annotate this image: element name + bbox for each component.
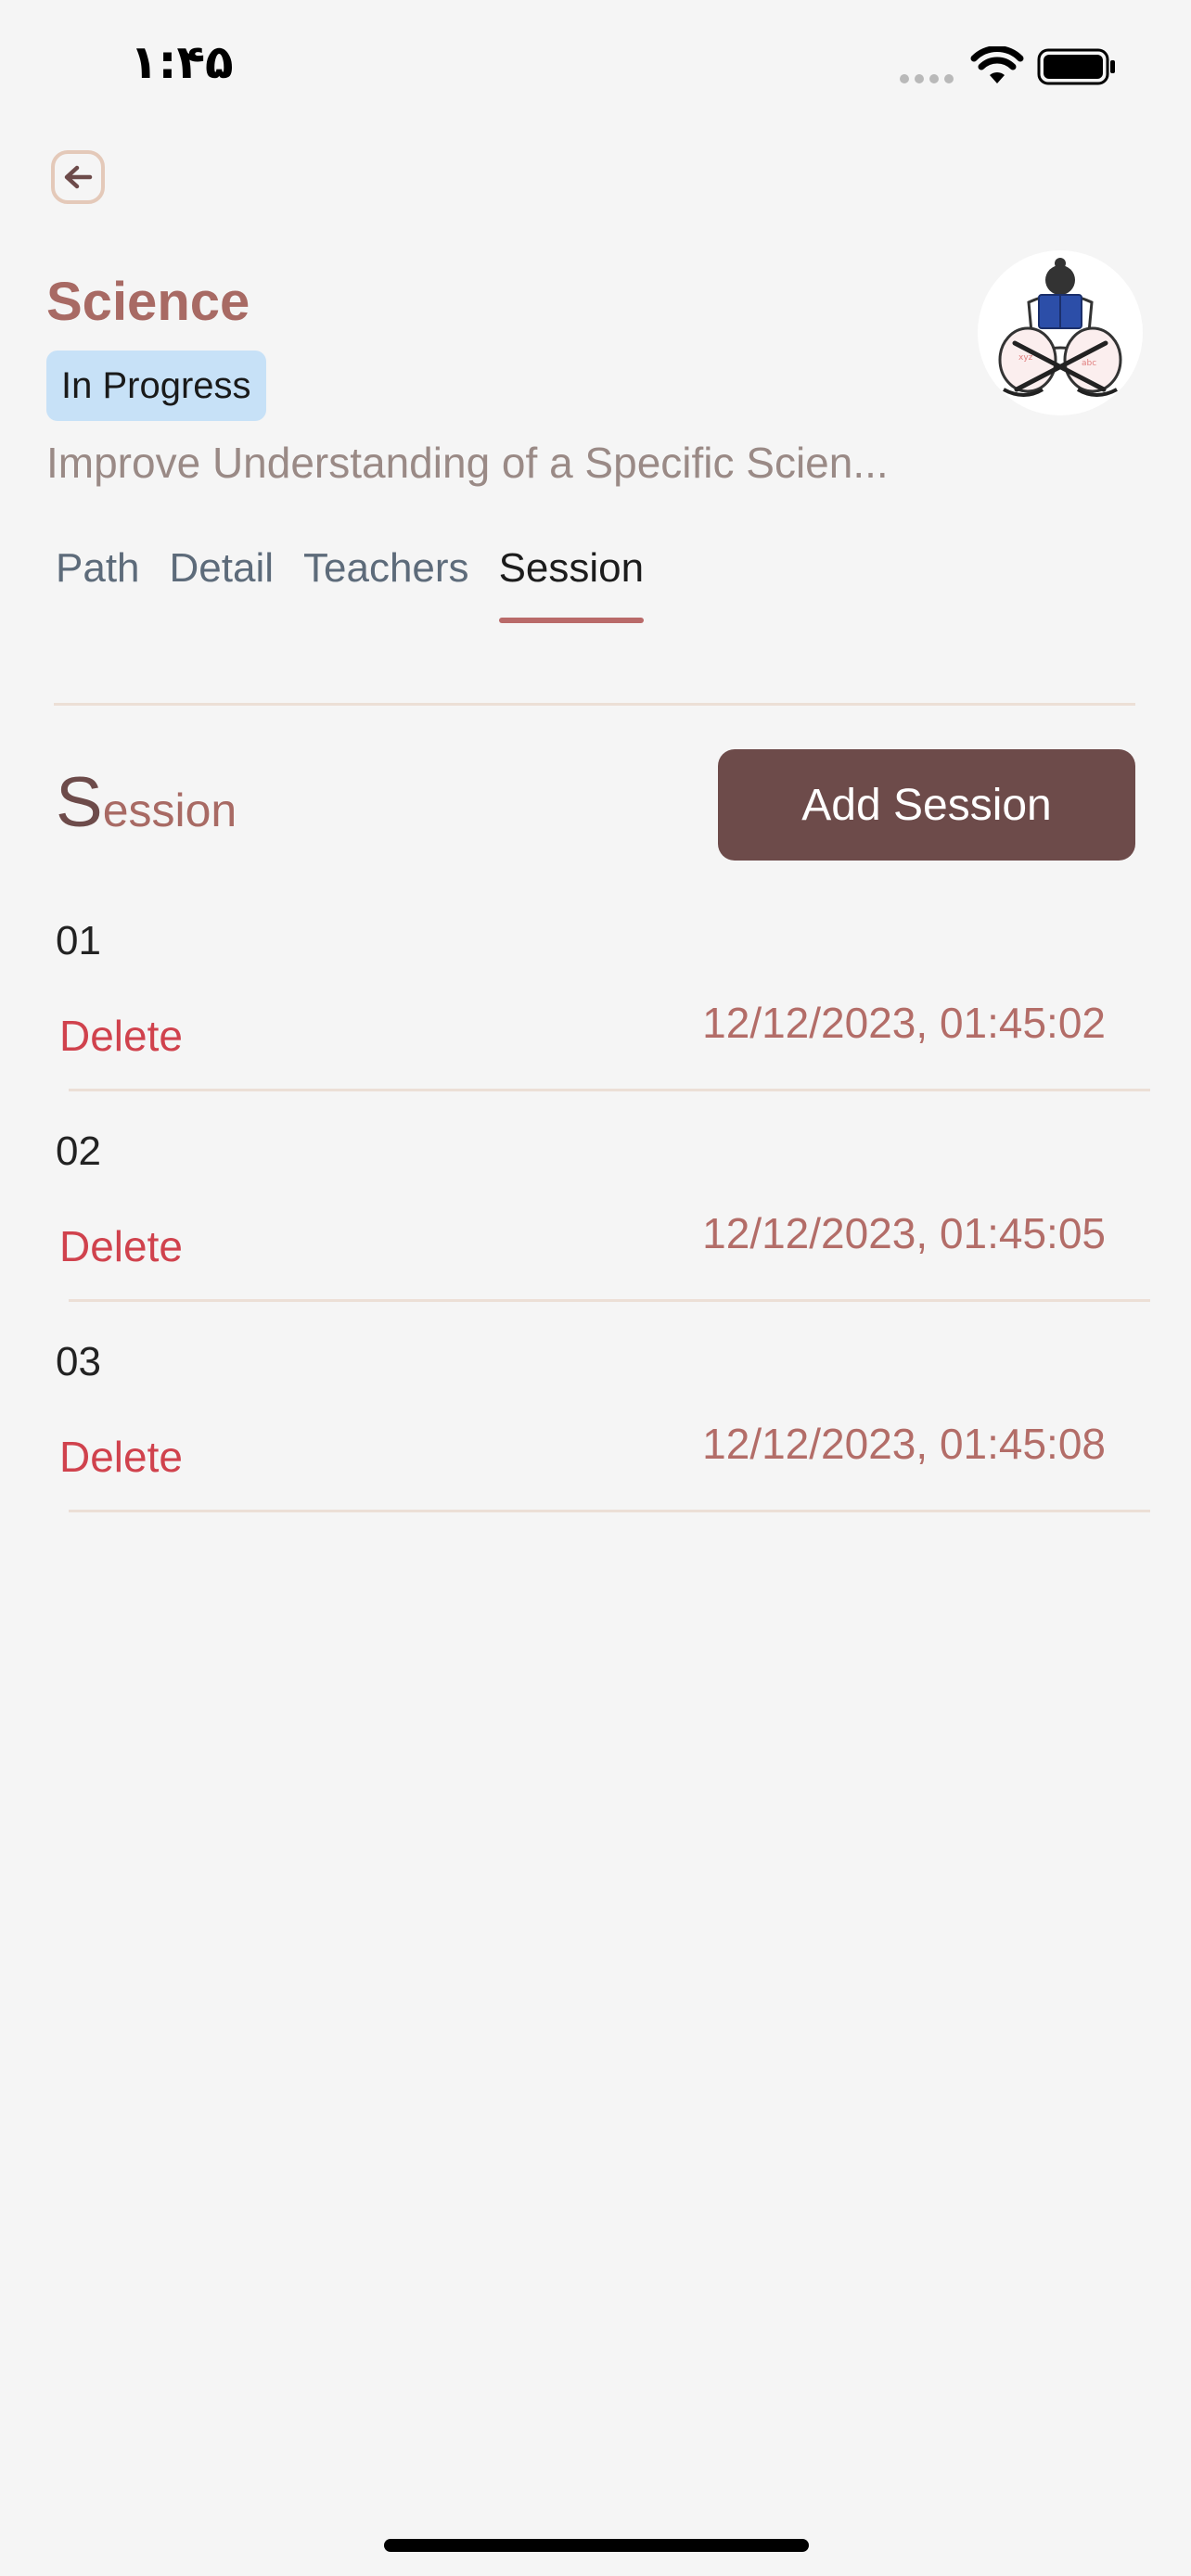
status-badge: In Progress [46, 351, 266, 421]
section-title-initial: S [56, 763, 103, 842]
session-row: 02 Delete 12/12/2023, 01:45:05 [0, 1129, 1191, 1338]
section-title-rest: ession [102, 784, 237, 836]
add-session-button[interactable]: Add Session [718, 749, 1135, 861]
divider [69, 1089, 1150, 1091]
session-number: 01 [56, 918, 101, 963]
tab-bar: Path Detail Teachers Session [56, 545, 644, 623]
page-subtitle: Improve Understanding of a Specific Scie… [46, 439, 889, 487]
divider [69, 1299, 1150, 1302]
session-number: 03 [56, 1339, 101, 1384]
session-datetime: 12/12/2023, 01:45:05 [702, 1209, 1106, 1257]
tab-detail[interactable]: Detail [170, 545, 275, 623]
avatar: xyz abc [978, 250, 1143, 415]
svg-text:xyz: xyz [1018, 353, 1033, 363]
divider [54, 703, 1135, 706]
home-indicator[interactable] [384, 2539, 809, 2552]
back-button[interactable] [51, 150, 105, 204]
session-datetime: 12/12/2023, 01:45:08 [702, 1420, 1106, 1468]
tab-teachers[interactable]: Teachers [303, 545, 469, 623]
delete-button[interactable]: Delete [59, 1432, 183, 1482]
signal-dots-icon [900, 74, 954, 83]
session-row: 01 Delete 12/12/2023, 01:45:02 [0, 918, 1191, 1128]
session-number: 02 [56, 1129, 101, 1174]
session-datetime: 12/12/2023, 01:45:02 [702, 999, 1106, 1047]
arrow-left-icon [64, 165, 93, 189]
battery-icon [1037, 48, 1115, 85]
page-title: Science [46, 272, 250, 332]
status-time: ۱:۴۵ [130, 35, 234, 89]
divider [69, 1510, 1150, 1512]
tab-session[interactable]: Session [498, 545, 644, 623]
session-row: 03 Delete 12/12/2023, 01:45:08 [0, 1339, 1191, 1549]
delete-button[interactable]: Delete [59, 1221, 183, 1271]
svg-text:abc: abc [1082, 359, 1096, 368]
wifi-icon [970, 46, 1024, 83]
delete-button[interactable]: Delete [59, 1011, 183, 1061]
section-title: Session [56, 762, 237, 843]
tab-path[interactable]: Path [56, 545, 140, 623]
reader-illustration-icon: xyz abc [998, 258, 1122, 397]
